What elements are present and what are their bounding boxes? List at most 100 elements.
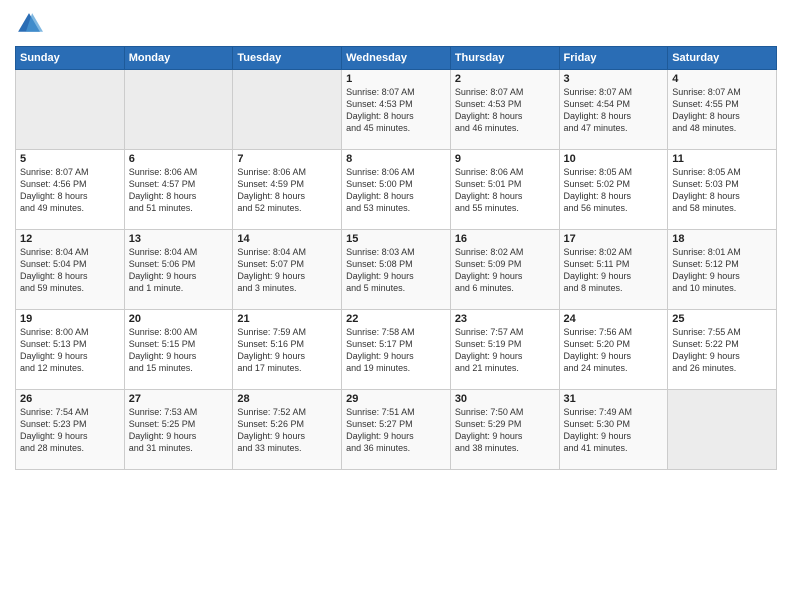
day-cell: 16Sunrise: 8:02 AM Sunset: 5:09 PM Dayli… — [450, 230, 559, 310]
week-row-1: 5Sunrise: 8:07 AM Sunset: 4:56 PM Daylig… — [16, 150, 777, 230]
logo-icon — [15, 10, 43, 38]
day-cell: 1Sunrise: 8:07 AM Sunset: 4:53 PM Daylig… — [342, 70, 451, 150]
day-number: 9 — [455, 153, 555, 165]
day-info: Sunrise: 8:07 AM Sunset: 4:56 PM Dayligh… — [20, 166, 120, 215]
day-cell: 29Sunrise: 7:51 AM Sunset: 5:27 PM Dayli… — [342, 390, 451, 470]
day-cell: 30Sunrise: 7:50 AM Sunset: 5:29 PM Dayli… — [450, 390, 559, 470]
day-info: Sunrise: 8:03 AM Sunset: 5:08 PM Dayligh… — [346, 246, 446, 295]
day-number: 13 — [129, 233, 229, 245]
day-number: 6 — [129, 153, 229, 165]
day-cell: 2Sunrise: 8:07 AM Sunset: 4:53 PM Daylig… — [450, 70, 559, 150]
day-number: 30 — [455, 393, 555, 405]
day-cell: 19Sunrise: 8:00 AM Sunset: 5:13 PM Dayli… — [16, 310, 125, 390]
day-cell: 9Sunrise: 8:06 AM Sunset: 5:01 PM Daylig… — [450, 150, 559, 230]
day-cell: 14Sunrise: 8:04 AM Sunset: 5:07 PM Dayli… — [233, 230, 342, 310]
day-cell: 22Sunrise: 7:58 AM Sunset: 5:17 PM Dayli… — [342, 310, 451, 390]
day-info: Sunrise: 8:02 AM Sunset: 5:09 PM Dayligh… — [455, 246, 555, 295]
day-info: Sunrise: 8:07 AM Sunset: 4:53 PM Dayligh… — [346, 86, 446, 135]
day-number: 18 — [672, 233, 772, 245]
day-cell: 25Sunrise: 7:55 AM Sunset: 5:22 PM Dayli… — [668, 310, 777, 390]
header-monday: Monday — [124, 47, 233, 70]
day-cell: 26Sunrise: 7:54 AM Sunset: 5:23 PM Dayli… — [16, 390, 125, 470]
day-number: 5 — [20, 153, 120, 165]
day-info: Sunrise: 8:02 AM Sunset: 5:11 PM Dayligh… — [564, 246, 664, 295]
day-number: 31 — [564, 393, 664, 405]
day-info: Sunrise: 8:01 AM Sunset: 5:12 PM Dayligh… — [672, 246, 772, 295]
day-cell: 12Sunrise: 8:04 AM Sunset: 5:04 PM Dayli… — [16, 230, 125, 310]
day-cell — [233, 70, 342, 150]
day-cell: 17Sunrise: 8:02 AM Sunset: 5:11 PM Dayli… — [559, 230, 668, 310]
day-cell: 8Sunrise: 8:06 AM Sunset: 5:00 PM Daylig… — [342, 150, 451, 230]
week-row-0: 1Sunrise: 8:07 AM Sunset: 4:53 PM Daylig… — [16, 70, 777, 150]
day-info: Sunrise: 8:06 AM Sunset: 5:01 PM Dayligh… — [455, 166, 555, 215]
day-number: 20 — [129, 313, 229, 325]
day-number: 23 — [455, 313, 555, 325]
day-info: Sunrise: 8:04 AM Sunset: 5:04 PM Dayligh… — [20, 246, 120, 295]
day-number: 29 — [346, 393, 446, 405]
day-number: 25 — [672, 313, 772, 325]
day-info: Sunrise: 7:52 AM Sunset: 5:26 PM Dayligh… — [237, 406, 337, 455]
day-number: 24 — [564, 313, 664, 325]
day-cell: 6Sunrise: 8:06 AM Sunset: 4:57 PM Daylig… — [124, 150, 233, 230]
day-info: Sunrise: 8:04 AM Sunset: 5:07 PM Dayligh… — [237, 246, 337, 295]
day-number: 3 — [564, 73, 664, 85]
day-number: 27 — [129, 393, 229, 405]
week-row-3: 19Sunrise: 8:00 AM Sunset: 5:13 PM Dayli… — [16, 310, 777, 390]
day-info: Sunrise: 7:53 AM Sunset: 5:25 PM Dayligh… — [129, 406, 229, 455]
day-info: Sunrise: 7:51 AM Sunset: 5:27 PM Dayligh… — [346, 406, 446, 455]
day-cell: 5Sunrise: 8:07 AM Sunset: 4:56 PM Daylig… — [16, 150, 125, 230]
day-number: 14 — [237, 233, 337, 245]
header-friday: Friday — [559, 47, 668, 70]
day-info: Sunrise: 7:55 AM Sunset: 5:22 PM Dayligh… — [672, 326, 772, 375]
day-cell: 3Sunrise: 8:07 AM Sunset: 4:54 PM Daylig… — [559, 70, 668, 150]
day-cell: 27Sunrise: 7:53 AM Sunset: 5:25 PM Dayli… — [124, 390, 233, 470]
day-number: 11 — [672, 153, 772, 165]
header-row — [15, 10, 777, 38]
day-number: 8 — [346, 153, 446, 165]
header-tuesday: Tuesday — [233, 47, 342, 70]
day-cell: 4Sunrise: 8:07 AM Sunset: 4:55 PM Daylig… — [668, 70, 777, 150]
day-cell: 10Sunrise: 8:05 AM Sunset: 5:02 PM Dayli… — [559, 150, 668, 230]
day-cell: 18Sunrise: 8:01 AM Sunset: 5:12 PM Dayli… — [668, 230, 777, 310]
day-info: Sunrise: 7:59 AM Sunset: 5:16 PM Dayligh… — [237, 326, 337, 375]
day-cell: 24Sunrise: 7:56 AM Sunset: 5:20 PM Dayli… — [559, 310, 668, 390]
day-number: 7 — [237, 153, 337, 165]
day-cell — [668, 390, 777, 470]
day-info: Sunrise: 8:07 AM Sunset: 4:54 PM Dayligh… — [564, 86, 664, 135]
day-cell: 20Sunrise: 8:00 AM Sunset: 5:15 PM Dayli… — [124, 310, 233, 390]
day-cell — [16, 70, 125, 150]
day-number: 21 — [237, 313, 337, 325]
day-info: Sunrise: 8:07 AM Sunset: 4:53 PM Dayligh… — [455, 86, 555, 135]
day-number: 1 — [346, 73, 446, 85]
day-number: 10 — [564, 153, 664, 165]
header-wednesday: Wednesday — [342, 47, 451, 70]
day-info: Sunrise: 8:07 AM Sunset: 4:55 PM Dayligh… — [672, 86, 772, 135]
day-cell: 15Sunrise: 8:03 AM Sunset: 5:08 PM Dayli… — [342, 230, 451, 310]
day-info: Sunrise: 8:00 AM Sunset: 5:15 PM Dayligh… — [129, 326, 229, 375]
week-row-4: 26Sunrise: 7:54 AM Sunset: 5:23 PM Dayli… — [16, 390, 777, 470]
day-number: 16 — [455, 233, 555, 245]
day-cell: 7Sunrise: 8:06 AM Sunset: 4:59 PM Daylig… — [233, 150, 342, 230]
day-number: 22 — [346, 313, 446, 325]
day-info: Sunrise: 8:00 AM Sunset: 5:13 PM Dayligh… — [20, 326, 120, 375]
day-info: Sunrise: 8:06 AM Sunset: 4:59 PM Dayligh… — [237, 166, 337, 215]
day-info: Sunrise: 8:04 AM Sunset: 5:06 PM Dayligh… — [129, 246, 229, 295]
logo — [15, 10, 47, 38]
day-info: Sunrise: 7:57 AM Sunset: 5:19 PM Dayligh… — [455, 326, 555, 375]
day-info: Sunrise: 7:50 AM Sunset: 5:29 PM Dayligh… — [455, 406, 555, 455]
day-info: Sunrise: 8:05 AM Sunset: 5:02 PM Dayligh… — [564, 166, 664, 215]
day-number: 19 — [20, 313, 120, 325]
day-number: 26 — [20, 393, 120, 405]
day-info: Sunrise: 8:06 AM Sunset: 4:57 PM Dayligh… — [129, 166, 229, 215]
calendar-table: SundayMondayTuesdayWednesdayThursdayFrid… — [15, 46, 777, 470]
week-row-2: 12Sunrise: 8:04 AM Sunset: 5:04 PM Dayli… — [16, 230, 777, 310]
header-thursday: Thursday — [450, 47, 559, 70]
day-cell: 31Sunrise: 7:49 AM Sunset: 5:30 PM Dayli… — [559, 390, 668, 470]
day-number: 15 — [346, 233, 446, 245]
day-info: Sunrise: 7:49 AM Sunset: 5:30 PM Dayligh… — [564, 406, 664, 455]
day-cell — [124, 70, 233, 150]
header-sunday: Sunday — [16, 47, 125, 70]
day-cell: 13Sunrise: 8:04 AM Sunset: 5:06 PM Dayli… — [124, 230, 233, 310]
day-number: 2 — [455, 73, 555, 85]
page-container: SundayMondayTuesdayWednesdayThursdayFrid… — [0, 0, 792, 480]
